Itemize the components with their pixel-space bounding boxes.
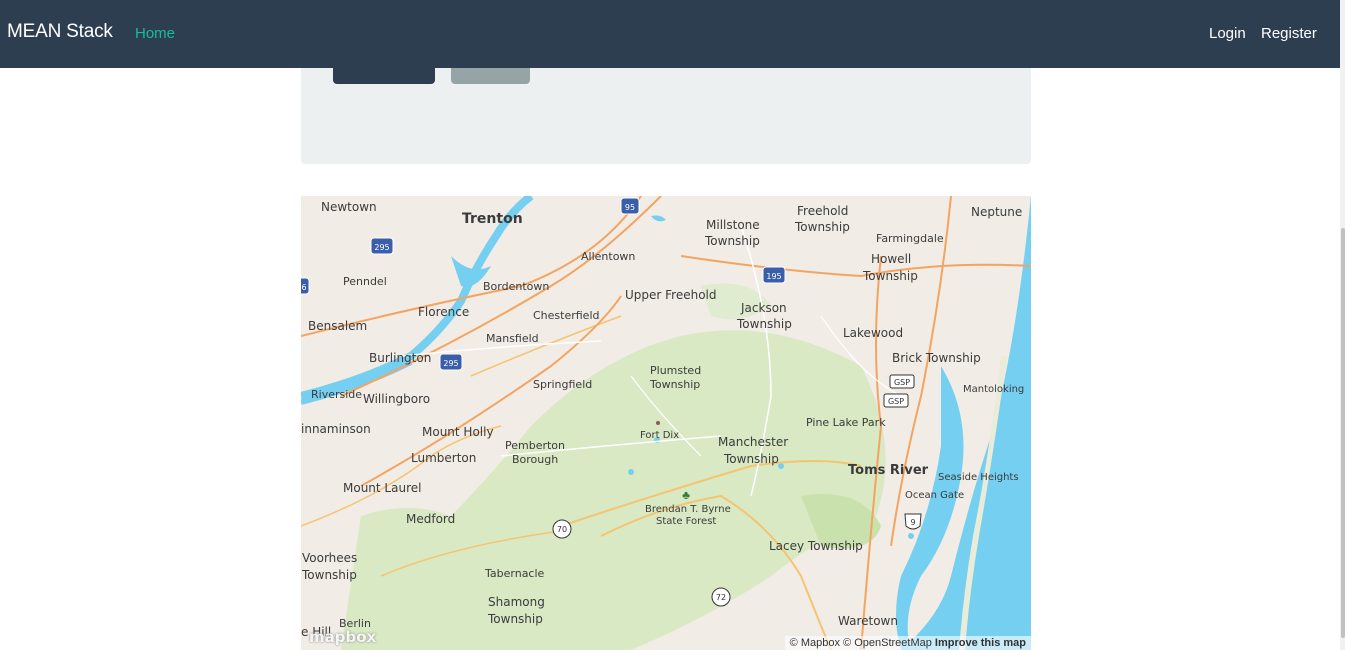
svg-text:70: 70 — [557, 525, 567, 534]
svg-text:295: 295 — [443, 359, 458, 368]
map-attribution: © Mapbox © OpenStreetMap Improve this ma… — [784, 636, 1031, 650]
label-toms-river: Toms River — [848, 463, 929, 478]
label-waretown: Waretown — [838, 614, 898, 628]
shield-gsp-2: GSP — [883, 393, 909, 408]
label-manchester-2: Township — [723, 452, 779, 466]
svg-text:GSP: GSP — [894, 378, 910, 387]
label-mount-laurel: Mount Laurel — [343, 481, 421, 495]
shield-i95: 95 — [620, 197, 640, 215]
label-mount-holly: Mount Holly — [422, 425, 494, 439]
mapbox-logo[interactable]: mapbox — [309, 628, 376, 646]
label-jackson-2: Township — [736, 317, 792, 331]
label-neptune: Neptune — [971, 205, 1022, 219]
label-mantoloking: Mantoloking — [963, 384, 1024, 395]
label-bordentown: Bordentown — [483, 280, 549, 293]
label-ocean-gate: Ocean Gate — [905, 490, 964, 501]
label-brick: Brick Township — [892, 351, 981, 365]
label-shamong: Shamong — [488, 595, 545, 609]
label-brendan-byrne: Brendan T. Byrne — [645, 504, 731, 515]
label-millstone-2: Township — [704, 234, 760, 248]
label-cinnaminson: innaminson — [301, 422, 371, 436]
label-plumsted: Plumsted — [650, 364, 701, 377]
label-florence: Florence — [418, 305, 469, 319]
shield-gsp-1: GSP — [889, 374, 915, 389]
label-springfield: Springfield — [533, 378, 592, 391]
label-lacey: Lacey Township — [769, 539, 863, 553]
label-freehold-2: Township — [794, 220, 850, 234]
label-millstone: Millstone — [706, 218, 760, 232]
nav-home-link[interactable]: Home — [135, 25, 175, 42]
map-canvas[interactable]: 95 295 295 195 6 GSP GSP 70 72 9 ♣ Newto… — [301, 196, 1031, 650]
label-penndel: Penndel — [343, 275, 387, 288]
label-newtown: Newtown — [321, 200, 377, 214]
label-willingboro: Willingboro — [363, 392, 430, 406]
map[interactable]: 95 295 295 195 6 GSP GSP 70 72 9 ♣ Newto… — [301, 196, 1031, 650]
label-freehold: Freehold — [797, 204, 848, 218]
label-chesterfield: Chesterfield — [533, 309, 600, 322]
label-farmingdale: Farmingdale — [876, 232, 944, 245]
label-howell: Howell — [871, 252, 911, 266]
svg-text:295: 295 — [374, 243, 389, 252]
label-lumberton: Lumberton — [411, 451, 476, 465]
label-manchester: Manchester — [718, 435, 788, 449]
label-trenton: Trenton — [462, 211, 523, 227]
label-riverside: Riverside — [311, 388, 362, 401]
attribution-osm-link[interactable]: © OpenStreetMap — [843, 637, 932, 649]
navbar: MEAN Stack Home Login Register — [0, 0, 1340, 68]
svg-text:GSP: GSP — [888, 397, 904, 406]
label-pemberton-2: Borough — [512, 453, 558, 466]
label-tabernacle: Tabernacle — [484, 567, 545, 580]
improve-map-link[interactable]: Improve this map — [935, 637, 1026, 649]
shield-i195: 195 — [762, 266, 786, 284]
svg-text:72: 72 — [716, 593, 726, 602]
label-allentown: Allentown — [581, 250, 635, 263]
label-mansfield: Mansfield — [486, 332, 539, 345]
label-bensalem: Bensalem — [308, 319, 367, 333]
brand-link[interactable]: MEAN Stack — [7, 21, 113, 43]
svg-text:95: 95 — [625, 203, 635, 212]
shield-i295-north: 295 — [370, 237, 394, 255]
attribution-mapbox-link[interactable]: © Mapbox — [790, 637, 840, 649]
label-howell-2: Township — [862, 269, 918, 283]
svg-text:195: 195 — [766, 272, 781, 281]
shield-i276: 6 — [301, 277, 310, 295]
nav-register-link[interactable]: Register — [1261, 25, 1317, 42]
label-shamong-2: Township — [487, 612, 543, 626]
label-fort-dix: Fort Dix — [640, 430, 679, 441]
label-lakewood: Lakewood — [843, 326, 903, 340]
label-pemberton: Pemberton — [505, 439, 565, 452]
label-medford: Medford — [406, 512, 455, 526]
shield-us-9: 9 — [904, 513, 922, 530]
label-pine-lake-park: Pine Lake Park — [806, 416, 886, 429]
label-burlington: Burlington — [369, 351, 431, 365]
park-icon: ♣ — [682, 488, 690, 502]
label-plumsted-2: Township — [649, 378, 700, 391]
shield-route-70: 70 — [552, 519, 572, 539]
scrollbar-thumb[interactable] — [1341, 228, 1345, 638]
nav-login-link[interactable]: Login — [1209, 25, 1246, 42]
label-seaside-heights: Seaside Heights — [938, 472, 1019, 483]
svg-text:6: 6 — [301, 283, 306, 292]
svg-text:9: 9 — [910, 518, 915, 527]
fort-dix-marker — [656, 421, 660, 425]
label-voorhees: Voorhees — [302, 551, 357, 565]
shield-i295-south: 295 — [439, 353, 463, 371]
label-voorhees-2: Township — [301, 568, 357, 582]
label-upper-freehold: Upper Freehold — [625, 288, 717, 302]
shield-route-72: 72 — [711, 587, 731, 607]
label-brendan-byrne-2: State Forest — [656, 516, 716, 527]
label-jackson: Jackson — [740, 301, 787, 315]
